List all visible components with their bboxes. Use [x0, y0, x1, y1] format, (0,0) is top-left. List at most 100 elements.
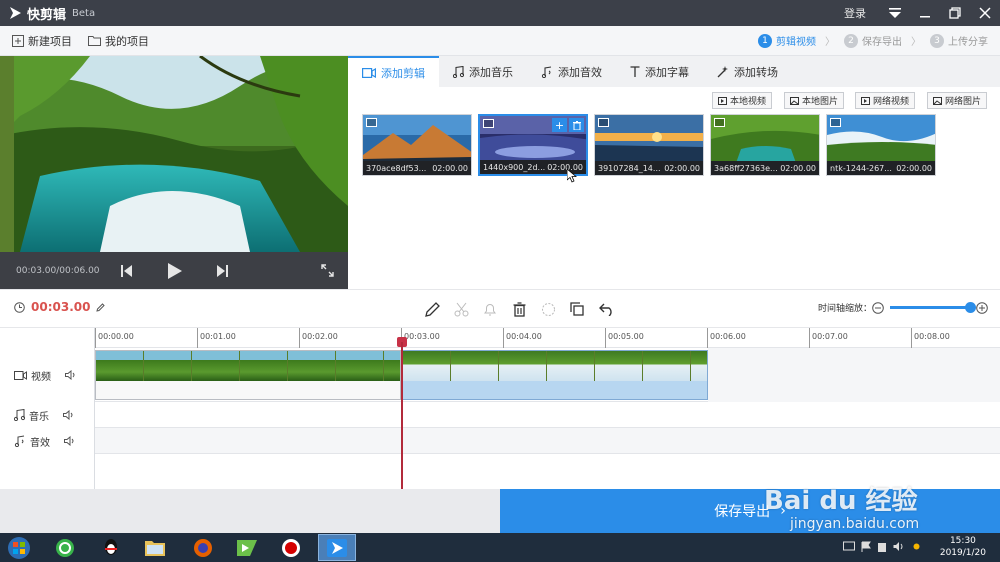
step-export[interactable]: 2 保存导出	[844, 33, 902, 48]
ruler-tick: 00:08.00	[911, 328, 950, 348]
edit-clip-button[interactable]	[422, 299, 442, 319]
prev-frame-button[interactable]	[118, 252, 134, 289]
clock-date: 2019/1/20	[939, 548, 986, 558]
zoom-in-icon[interactable]	[976, 301, 988, 314]
local-video-button[interactable]: 本地视频	[712, 92, 773, 109]
track-header-sound: 音效	[0, 428, 95, 454]
fullscreen-button[interactable]	[318, 252, 336, 289]
keyboard-icon[interactable]	[843, 541, 855, 551]
undo-icon	[599, 303, 612, 316]
zoom-slider-handle[interactable]	[965, 302, 976, 313]
menu-down-icon	[889, 8, 901, 18]
taskbar-app-qq[interactable]	[92, 534, 130, 561]
maximize-button[interactable]	[940, 0, 970, 26]
video-clip[interactable]	[95, 350, 401, 400]
system-clock[interactable]: 15:30 2019/1/20	[940, 535, 986, 559]
edit-time-icon[interactable]	[96, 302, 106, 312]
trash-icon	[513, 301, 525, 317]
volume-icon[interactable]	[64, 436, 75, 446]
close-button[interactable]	[970, 0, 1000, 26]
tab-add-clip[interactable]: 添加剪辑	[348, 56, 439, 87]
music-note-icon	[453, 65, 464, 78]
web-video-button[interactable]: 网络视频	[855, 92, 916, 109]
sound-effect-icon	[14, 435, 25, 447]
music-track[interactable]	[95, 402, 1000, 428]
copy-icon	[570, 302, 584, 316]
sun-icon[interactable]	[911, 541, 922, 552]
image-type-icon	[366, 118, 377, 127]
new-project-label: 新建项目	[28, 34, 72, 48]
local-image-button[interactable]: 本地图片	[784, 92, 845, 109]
tab-add-subtitle[interactable]: 添加字幕	[616, 56, 703, 87]
network-icon[interactable]	[877, 541, 887, 553]
windows-taskbar: 15:30 2019/1/20	[0, 533, 1000, 562]
volume-icon[interactable]	[63, 410, 74, 420]
taskbar-app-kuaijianji[interactable]	[318, 534, 356, 561]
next-frame-button[interactable]	[214, 252, 230, 289]
undo-button[interactable]	[597, 299, 617, 319]
tab-add-music[interactable]: 添加音乐	[439, 56, 527, 87]
step-share[interactable]: 3 上传分享	[930, 33, 988, 48]
taskbar-app-360[interactable]	[46, 534, 84, 561]
zoom-slider[interactable]	[890, 302, 976, 313]
zoom-out-icon[interactable]	[872, 301, 884, 314]
playhead[interactable]	[401, 342, 403, 490]
folder-icon	[88, 36, 101, 46]
media-thumbnail[interactable]: 39107284_14... 02:00.00	[594, 114, 704, 176]
web-image-button[interactable]: 网络图片	[927, 92, 988, 109]
video-track	[95, 348, 1000, 402]
media-thumbnail-selected[interactable]: + 1440x900_2d... 02:00.00	[478, 114, 588, 176]
tab-add-transition[interactable]: 添加转场	[703, 56, 792, 87]
media-thumbnail[interactable]: ntk-1244-267... 02:00.00	[826, 114, 936, 176]
preview-time: 00:03.00/00:06.00	[16, 265, 100, 276]
media-thumbnail[interactable]: 3a68ff27363e... 02:00.00	[710, 114, 820, 176]
app-logo-icon	[10, 7, 21, 19]
video-camera-icon	[362, 67, 376, 78]
play-button[interactable]	[166, 252, 184, 289]
browser-360-icon	[56, 538, 74, 557]
image-icon	[933, 96, 942, 105]
step-arrow-icon: 〉	[911, 37, 921, 48]
step-edit[interactable]: 1 剪辑视频	[758, 33, 816, 48]
start-button[interactable]	[2, 534, 36, 561]
delete-media-button[interactable]	[569, 118, 584, 132]
new-project-icon	[12, 34, 24, 47]
ruler-tick: 00:04.00	[503, 328, 542, 348]
add-to-timeline-button[interactable]: +	[552, 118, 567, 132]
ruler-tick: 00:07.00	[809, 328, 848, 348]
thumbnail-image	[363, 115, 471, 161]
copy-button[interactable]	[567, 299, 587, 319]
tab-add-sound[interactable]: 添加音效	[527, 56, 616, 87]
my-projects-button[interactable]: 我的项目	[88, 33, 149, 49]
close-icon	[979, 7, 991, 19]
taskbar-app-player[interactable]	[228, 534, 266, 561]
minimize-button[interactable]	[910, 0, 940, 26]
time-ruler[interactable]: 00:00.00 00:01.00 00:02.00 00:03.00 00:0…	[95, 328, 1000, 348]
cut-button[interactable]	[451, 299, 471, 319]
taskbar-app-recorder[interactable]	[272, 534, 310, 561]
text-icon	[630, 66, 640, 77]
delete-button[interactable]	[509, 299, 529, 319]
login-button[interactable]: 登录	[844, 5, 866, 21]
system-tray	[843, 541, 922, 553]
taskbar-app-explorer[interactable]	[136, 534, 174, 561]
bottom-bar: 保存导出 ›	[0, 489, 1000, 533]
ruler-tick: 00:01.00	[197, 328, 236, 348]
menu-bar: 新建项目 我的项目 1 剪辑视频 〉 2 保存导出 〉 3 上传分享	[0, 26, 1000, 56]
play-box-icon	[718, 96, 727, 105]
video-clip-selected[interactable]	[402, 350, 708, 400]
chevron-right-icon: ›	[780, 503, 786, 519]
media-thumbnail[interactable]: 370ace8df53... 02:00.00	[362, 114, 472, 176]
mute-button[interactable]	[480, 299, 500, 319]
dropdown-menu-button[interactable]	[880, 0, 910, 26]
sound-track[interactable]	[95, 428, 1000, 454]
lake-scene-image	[0, 56, 348, 252]
new-project-button[interactable]: 新建项目	[12, 33, 72, 49]
flag-icon[interactable]	[861, 541, 871, 553]
crop-button[interactable]	[538, 299, 558, 319]
volume-icon[interactable]	[65, 370, 76, 380]
speaker-icon[interactable]	[893, 541, 905, 552]
play-box-icon	[861, 96, 870, 105]
taskbar-app-firefox[interactable]	[184, 534, 222, 561]
save-export-button[interactable]: 保存导出 ›	[500, 489, 1000, 533]
